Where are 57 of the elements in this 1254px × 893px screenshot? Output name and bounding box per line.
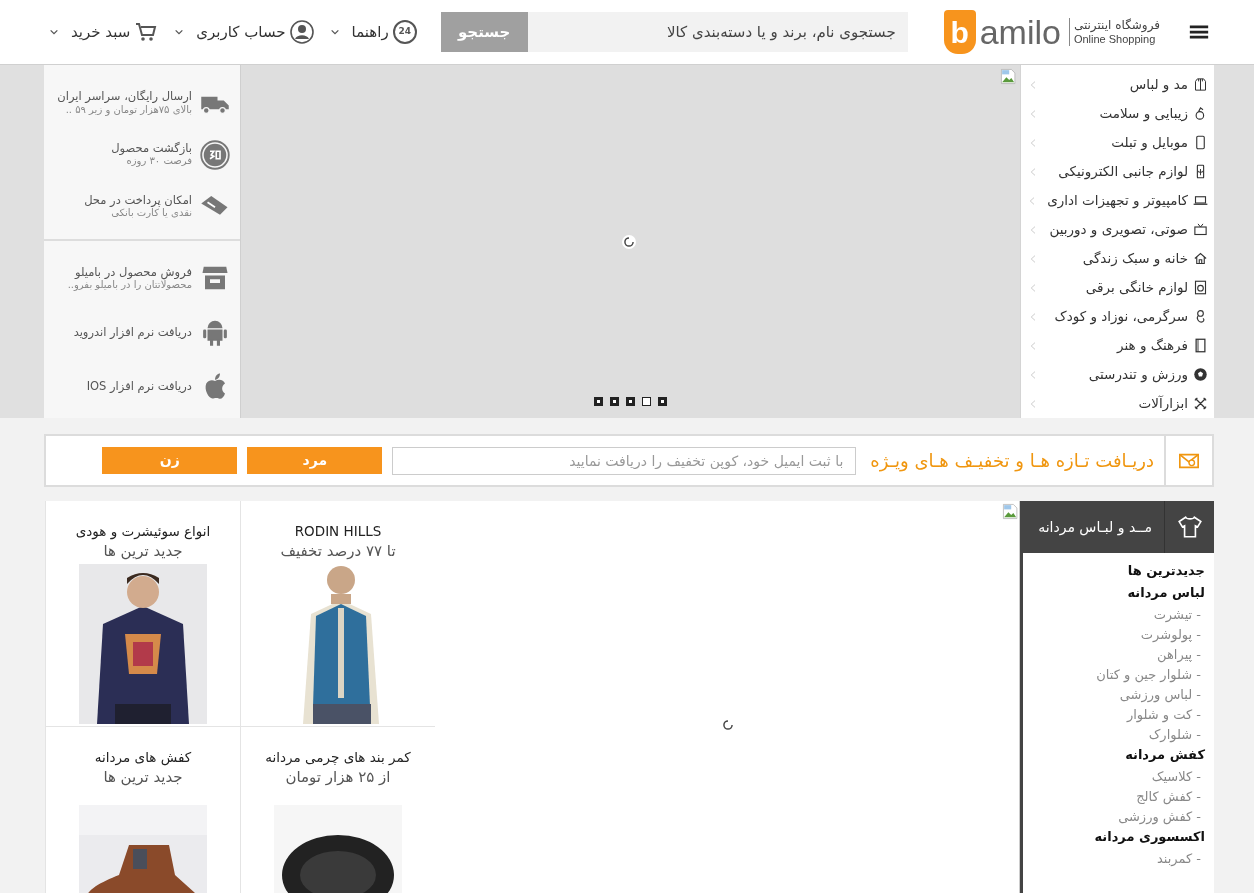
subcategory-link[interactable]: - کمربند	[1023, 849, 1205, 869]
category-menu-item[interactable]: مد و لباس	[1021, 70, 1214, 99]
category-menu-item[interactable]: زیبایی و سلامت	[1021, 99, 1214, 128]
subcategory-link[interactable]: - کفش ورزشی	[1023, 807, 1205, 827]
feature-subtitle: فرصت ۳۰ روزه	[125, 155, 192, 168]
product-subtitle: تا ۷۷ درصد تخفیف	[280, 541, 396, 561]
logo-wordmark: amilo	[979, 15, 1061, 49]
logo-mark: b	[943, 10, 976, 54]
category-menu-item[interactable]: موبایل و تبلت	[1021, 128, 1214, 157]
section-title: مــد و لبـاس مردانه	[1038, 517, 1152, 538]
feature-title[interactable]: فروش محصول در بامیلو	[67, 264, 192, 279]
feature-title: امکان پرداخت در محل	[84, 192, 192, 208]
category-menu-item[interactable]: صوتی، تصویری و دوربین	[1021, 215, 1214, 244]
subcategory-link[interactable]: - کت و شلوار	[1023, 705, 1205, 725]
subcategory-heading[interactable]: لباس مردانه	[1023, 583, 1205, 603]
category-menu-item[interactable]: فرهنگ و هنر	[1021, 331, 1214, 360]
feature-title: ارسال رایگان، سراسر ایران	[57, 89, 192, 104]
subcategory-link[interactable]: - پیراهن	[1023, 645, 1205, 665]
category-menu-item[interactable]: خانه و سبک زندگی	[1021, 244, 1214, 273]
subcategory-heading[interactable]: اکسسوری مردانه	[1023, 827, 1205, 847]
product-title[interactable]: کفش های مردانه	[94, 747, 192, 767]
product-subtitle: جدید ترین ها	[103, 767, 183, 787]
subcategory-link[interactable]: - پولوشرت	[1023, 625, 1205, 645]
feature-subtitle: بالای ۷۵هزار تومان و زیر ۵۹ ..	[64, 103, 192, 117]
subcategory-heading[interactable]: جدیدترین ها	[1023, 561, 1205, 581]
feature-subtitle: محصولاتتان را در بامیلو بفرو..	[67, 278, 192, 292]
category-menu-item[interactable]: سرگرمی، نوزاد و کودک	[1021, 302, 1214, 331]
category-menu-item[interactable]: کامپیوتر و تجهیزات اداری	[1021, 186, 1214, 215]
subcategory-link[interactable]: - کلاسیک	[1023, 767, 1205, 787]
nav-link[interactable]: راهنما	[351, 20, 389, 44]
category-menu-item[interactable]: ابزارآلات	[1021, 389, 1214, 418]
newsletter-title: دریـافت تـازه هـا و تخفیـف هـای ویـژه	[870, 449, 1154, 474]
logo-tagline: Online Shopping	[1073, 32, 1156, 47]
product-subtitle: جدید ترین ها	[103, 541, 183, 561]
email-field[interactable]: با ثبت ایمیل خود، کوپن تخفیف را دریافت نمایید	[392, 446, 857, 475]
feature-title[interactable]: دریافت نرم افزار اندروید	[73, 324, 192, 340]
subcategory-link[interactable]: - کفش کالج	[1023, 787, 1205, 807]
product-subtitle: از ۲۵ هزار تومان	[285, 767, 391, 787]
feature-title[interactable]: دریافت نرم افزار IOS	[86, 378, 192, 394]
subcategory-link[interactable]: - تیشرت	[1023, 605, 1205, 625]
product-title[interactable]: انواع سوئیشرت و هودی	[75, 521, 211, 541]
help-phone-icon: 24	[392, 20, 417, 44]
subcategory-link[interactable]: - شلوار جین و کتان	[1023, 665, 1205, 685]
product-title[interactable]: RODIN HILLS	[294, 521, 382, 541]
feature-subtitle: نقدی یا کارت بانکی	[110, 207, 192, 220]
nav-link[interactable]: سبد خرید	[70, 20, 131, 44]
nav-link[interactable]: حساب کاربری	[196, 20, 286, 44]
category-menu-item[interactable]: ورزش و تندرستی	[1021, 360, 1214, 389]
product-title[interactable]: کمر بند های چرمی مردانه	[265, 747, 411, 767]
subcategory-heading[interactable]: کفش مردانه	[1023, 745, 1205, 765]
subcategory-link[interactable]: - لباس ورزشی	[1023, 685, 1205, 705]
subcategory-link[interactable]: - شلوارک	[1023, 725, 1205, 745]
category-menu-item[interactable]: لوازم خانگی برقی	[1021, 273, 1214, 302]
logo-tagline: فروشگاه اینترنتی	[1073, 17, 1160, 33]
category-menu-item[interactable]: لوازم جانبی الکترونیکی	[1021, 157, 1214, 186]
search-field[interactable]: جستجوی نام، برند و یا دسته‌بندی کالا	[527, 12, 908, 52]
feature-title: بازگشت محصول	[111, 141, 192, 156]
